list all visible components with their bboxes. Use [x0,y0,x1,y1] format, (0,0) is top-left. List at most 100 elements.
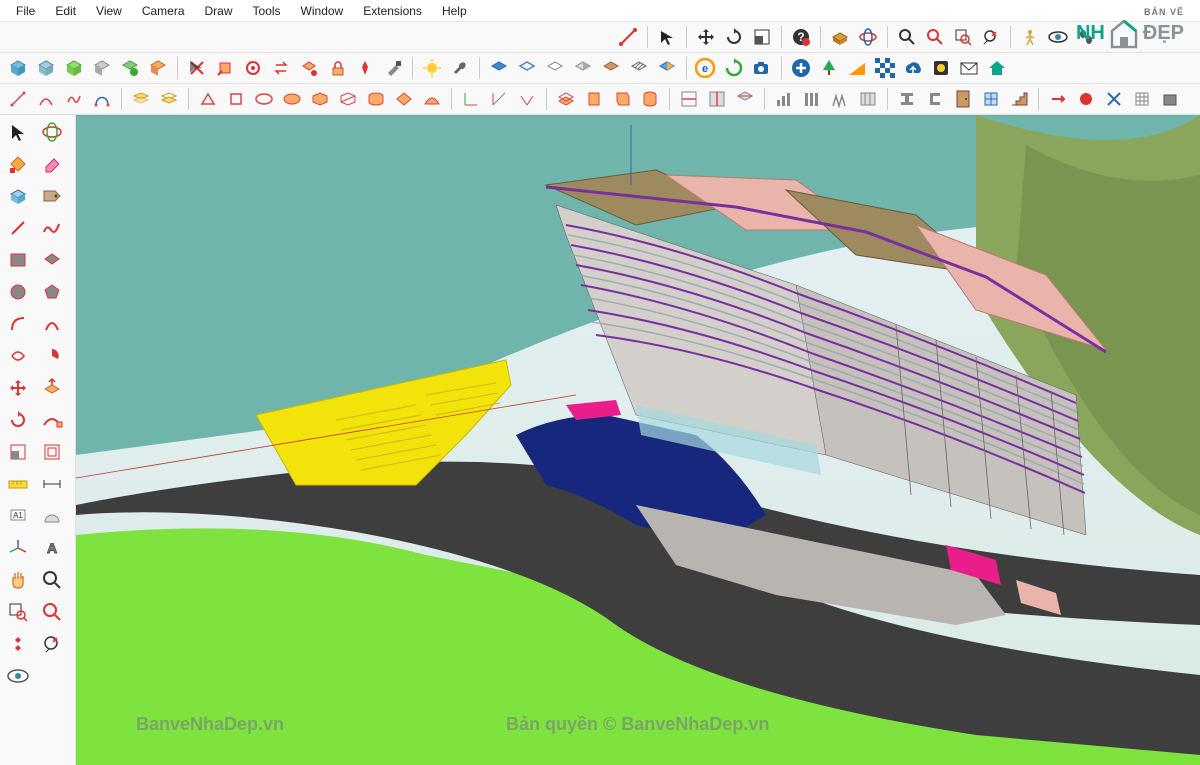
box-green2-icon[interactable] [118,56,142,80]
t3-shape8-icon[interactable] [392,87,416,111]
t3-shape4-icon[interactable] [280,87,304,111]
cut-red-icon[interactable] [185,56,209,80]
side-rotate-icon[interactable] [3,406,33,434]
t3-sect3-icon[interactable] [733,87,757,111]
menu-extensions[interactable]: Extensions [353,2,432,20]
menu-draw[interactable]: Draw [195,2,243,20]
side-eraser-icon[interactable] [37,150,67,178]
box-orange-icon[interactable] [146,56,170,80]
paint-red-icon[interactable] [213,56,237,80]
t3-shape3-icon[interactable] [252,87,276,111]
look-icon[interactable] [1046,25,1070,49]
t3-shape2-icon[interactable] [224,87,248,111]
t3-shape1-icon[interactable] [196,87,220,111]
layer-tex-icon[interactable] [599,56,623,80]
t3-layers1-icon[interactable] [129,87,153,111]
swap-icon[interactable] [269,56,293,80]
side-pan-icon[interactable] [3,566,33,594]
side-zoom-icon[interactable] [37,566,67,594]
side-tag-icon[interactable] [37,182,67,210]
side-polygon-icon[interactable] [37,278,67,306]
side-paint-icon[interactable] [3,150,33,178]
gear-red-icon[interactable] [241,56,265,80]
menu-help[interactable]: Help [432,2,477,20]
t3-bezier-icon[interactable] [90,87,114,111]
t3-window-icon[interactable] [979,87,1003,111]
rotate-view-icon[interactable] [856,25,880,49]
t3-door-icon[interactable] [951,87,975,111]
t3-cbeam-icon[interactable] [923,87,947,111]
layer-stripe-icon[interactable] [627,56,651,80]
t3-axis2-icon[interactable] [487,87,511,111]
side-text-icon[interactable]: A1 [3,502,33,530]
menu-window[interactable]: Window [291,2,354,20]
t3-layers2-icon[interactable] [157,87,181,111]
side-zoomwin-icon[interactable] [3,598,33,626]
side-tape-icon[interactable] [3,470,33,498]
layer-color-icon[interactable] [655,56,679,80]
t3-last-icon[interactable] [1158,87,1182,111]
plugin-icon[interactable] [929,56,953,80]
layer-outline-icon[interactable] [515,56,539,80]
zoom-extents-icon[interactable] [923,25,947,49]
side-scale-icon[interactable] [3,438,33,466]
pushpull-icon[interactable] [828,25,852,49]
checker-icon[interactable] [873,56,897,80]
side-component-icon[interactable] [3,182,33,210]
box-green-icon[interactable] [62,56,86,80]
select-icon[interactable] [655,25,679,49]
cloud-up-icon[interactable] [901,56,925,80]
t3-shape7-icon[interactable] [364,87,388,111]
box-blue-icon[interactable] [6,56,30,80]
side-select-icon[interactable] [3,118,33,146]
t3-red1-icon[interactable] [1046,87,1070,111]
layer-blue-icon[interactable] [487,56,511,80]
t3-blue1-icon[interactable] [1102,87,1126,111]
t3-axis3-icon[interactable] [515,87,539,111]
slope-icon[interactable] [845,56,869,80]
t3-red2-icon[interactable] [1074,87,1098,111]
box-red-icon[interactable] [297,56,321,80]
t3-shape5-icon[interactable] [308,87,332,111]
tool-icon[interactable] [381,56,405,80]
side-prev-icon[interactable] [37,630,67,658]
side-rect-icon[interactable] [3,246,33,274]
t3-line-icon[interactable] [6,87,30,111]
side-pushpull-icon[interactable] [37,374,67,402]
t3-axis1-icon[interactable] [459,87,483,111]
side-orbit-icon[interactable] [37,118,67,146]
t3-stair-icon[interactable] [1007,87,1031,111]
t3-shape6-icon[interactable] [336,87,360,111]
side-circle-icon[interactable] [3,278,33,306]
scale-icon[interactable] [750,25,774,49]
t3-extrude2-icon[interactable] [582,87,606,111]
side-axes-icon[interactable] [3,534,33,562]
side-move-icon[interactable] [3,374,33,402]
side-position-icon[interactable] [3,630,33,658]
tree-icon[interactable] [817,56,841,80]
menu-tools[interactable]: Tools [243,2,291,20]
layer-shade-icon[interactable] [571,56,595,80]
move-icon[interactable] [694,25,718,49]
t3-extrude4-icon[interactable] [638,87,662,111]
t3-arc-icon[interactable] [34,87,58,111]
lock-icon[interactable] [325,56,349,80]
menu-file[interactable]: File [6,2,45,20]
sun-icon[interactable] [420,56,444,80]
plus-circle-icon[interactable] [789,56,813,80]
t3-shape9-icon[interactable] [420,87,444,111]
side-offset-icon[interactable] [37,438,67,466]
model-viewport[interactable]: BanveNhaDep.vn Bản quyền © BanveNhaDep.v… [76,115,1200,765]
t3-bars3-icon[interactable] [828,87,852,111]
wrench-icon[interactable] [448,56,472,80]
t3-extrude3-icon[interactable] [610,87,634,111]
side-pie-icon[interactable] [37,342,67,370]
t3-ibeam-icon[interactable] [895,87,919,111]
side-arc-icon[interactable] [3,310,33,338]
render-e-icon[interactable]: e [694,56,718,80]
refresh-icon[interactable] [722,56,746,80]
side-3dtext-icon[interactable]: A [37,534,67,562]
pin-icon[interactable] [353,56,377,80]
side-rect2-icon[interactable] [37,246,67,274]
home-icon[interactable] [985,56,1009,80]
